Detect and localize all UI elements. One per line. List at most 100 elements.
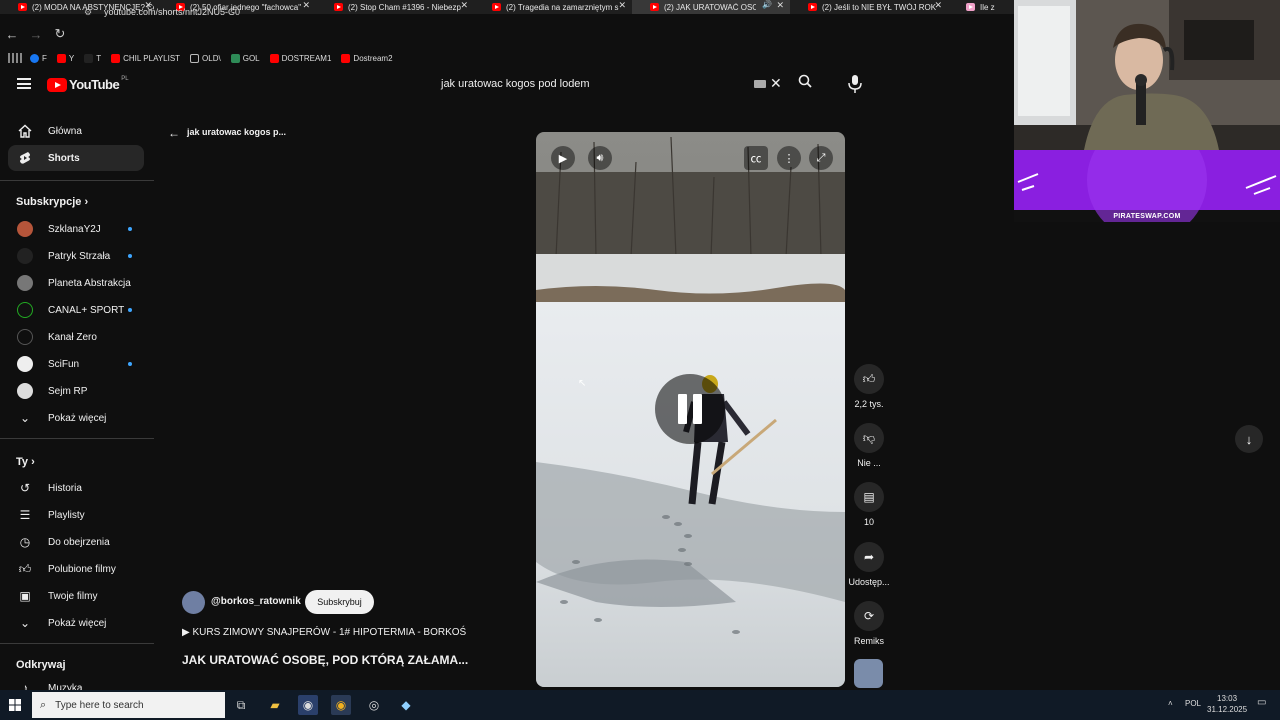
reload-icon[interactable]: ↻ (48, 26, 72, 42)
share-button[interactable]: ➦ Udostęp... (848, 542, 890, 587)
sidebar-item-home[interactable]: Główna (8, 118, 144, 144)
obs-icon[interactable]: ◎ (364, 695, 384, 715)
sidebar-item-watch-later[interactable]: ◷ Do obejrzenia (8, 529, 144, 555)
subscriptions-heading[interactable]: Subskrypcje › (16, 196, 88, 208)
avatar (17, 329, 33, 345)
bookmarks-bar: F Y T CHIL PLAYLIST OLD\ GOL DOSTREAM1 D… (0, 50, 1014, 66)
forward-nav-icon[interactable]: → (24, 27, 48, 42)
sidebar-item-your-videos[interactable]: ▣ Twoje filmy (8, 583, 144, 609)
you-heading[interactable]: Ty › (16, 456, 35, 468)
sidebar-item-playlists[interactable]: ☰ Playlisty (8, 502, 144, 528)
play-icon[interactable]: ▶ (551, 146, 575, 170)
remix-button[interactable]: ⟳ Remiks (848, 601, 890, 646)
bookmark[interactable]: Dostream2 (341, 53, 393, 63)
avatar[interactable] (182, 591, 205, 614)
new-content-dot (128, 254, 132, 258)
history-icon: ↺ (19, 481, 31, 495)
show-more-you[interactable]: ⌄ Pokaż więcej (8, 610, 144, 636)
close-tab-icon[interactable]: ✕ (302, 0, 310, 11)
subscription-item[interactable]: CANAL+ SPORT (8, 297, 144, 323)
captions-icon[interactable]: ㏄ (744, 146, 768, 170)
apps-grid-icon[interactable] (8, 53, 22, 63)
more-options-icon[interactable]: ⋮ (777, 146, 801, 170)
bookmark[interactable]: CHIL PLAYLIST (111, 53, 180, 63)
sidebar-item-shorts[interactable]: Shorts (8, 145, 144, 171)
bookmark[interactable]: T (84, 53, 101, 63)
search-query-text[interactable]: jak uratowac kogos pod lodem (441, 78, 590, 90)
facebook-icon (30, 53, 39, 63)
sponsor-banner: PIRATESWAP.COM (1014, 150, 1280, 222)
youtube-favicon-icon (650, 3, 659, 11)
chrome-icon[interactable]: ◉ (331, 695, 351, 715)
shorts-icon (17, 150, 33, 166)
site-settings-icon[interactable]: ⚙ (84, 7, 98, 18)
like-button[interactable]: 👍︎ 2,2 tys. (848, 364, 890, 409)
keyboard-icon[interactable] (754, 80, 766, 88)
microphone-icon (848, 75, 862, 93)
url-text[interactable]: youtube.com/shorts/nntJ2NU5-G0 (104, 7, 240, 17)
speaker-icon[interactable]: 🔊 (762, 0, 772, 9)
subscription-item[interactable]: SciFun (8, 351, 144, 377)
sidebar-item-history[interactable]: ↺ Historia (8, 475, 144, 501)
bookmark[interactable]: DOSTREAM1 (269, 53, 331, 63)
subscription-item[interactable]: SzklanaY2J (8, 216, 144, 242)
close-tab-icon[interactable]: ✕ (934, 0, 942, 11)
youtube-icon (56, 53, 66, 63)
back-search-title[interactable]: jak uratowac kogos p... (187, 127, 286, 137)
browser-tab-active[interactable]: (2) JAK URATOWAĆ OSOBĘ🔊✕ (632, 0, 790, 14)
app-icon[interactable]: ◆ (396, 695, 416, 715)
clear-search-icon[interactable]: ✕ (770, 75, 782, 92)
browser-tab[interactable]: (2) Jeśli to NIE BYŁ TWÓJ ROK ✕ (790, 0, 948, 14)
comments-button[interactable]: ▤ 10 (848, 482, 890, 527)
browser-tab[interactable]: (2) Tragedia na zamarzniętym s ✕ (474, 0, 632, 14)
page-favicon-icon (966, 3, 975, 11)
new-content-dot (128, 308, 132, 312)
close-tab-icon[interactable]: ✕ (460, 0, 468, 11)
close-tab-icon[interactable]: ✕ (776, 0, 784, 11)
close-tab-icon[interactable]: ✕ (618, 0, 626, 11)
sidebar-divider (0, 438, 154, 439)
voice-search-button[interactable] (846, 74, 864, 94)
bookmark[interactable]: F (30, 53, 47, 63)
next-short-button[interactable]: ↓ (1235, 425, 1263, 453)
channel-handle[interactable]: @borkos_ratownik (211, 596, 301, 607)
search-input[interactable]: jak uratowac kogos pod lodem ✕ (432, 72, 792, 96)
channel-avatar[interactable] (854, 659, 883, 688)
linked-video[interactable]: ▶ KURS ZIMOWY SNAJPERÓW - 1# HIPOTERMIA … (182, 627, 466, 638)
subscription-item[interactable]: Patryk Strzała (8, 243, 144, 269)
show-more-subscriptions[interactable]: ⌄ Pokaż więcej (8, 405, 144, 431)
address-bar[interactable]: ⚙ youtube.com/shorts/nntJ2NU5-G0 (84, 4, 240, 20)
browser-tab[interactable]: Ile z (948, 0, 1008, 14)
like-icon: 👍︎ (18, 561, 32, 576)
youtube-favicon-icon (808, 3, 817, 11)
back-arrow-icon[interactable]: ← (168, 126, 180, 140)
back-nav-icon[interactable]: ← (0, 27, 24, 42)
fullscreen-icon[interactable]: ⤢ (809, 146, 833, 170)
chrome-profile-icon[interactable]: ◉ (298, 695, 318, 715)
pause-overlay-icon[interactable] (655, 374, 725, 444)
windows-start-icon[interactable] (9, 699, 21, 711)
dislike-button[interactable]: 👎︎ Nie ... (848, 423, 890, 468)
taskbar-search-input[interactable]: ⌕ Type here to search (32, 692, 225, 718)
browser-tab[interactable]: (2) Stop Cham #1396 - Niebezp ✕ (316, 0, 474, 14)
youtube-logo[interactable]: YouTube PL (47, 76, 129, 92)
subscription-item[interactable]: Kanał Zero (8, 324, 144, 350)
task-view-icon[interactable]: ⧉ (231, 695, 251, 715)
volume-icon[interactable]: 🔊︎ (588, 146, 612, 170)
language-indicator[interactable]: POL (1185, 699, 1201, 708)
subscribe-button[interactable]: Subskrybuj (305, 590, 374, 614)
avatar (17, 275, 33, 291)
subscription-item[interactable]: Planeta Abstrakcja (8, 270, 144, 296)
tray-chevron-up-icon[interactable]: ˄ (1168, 699, 1173, 708)
file-explorer-icon[interactable]: ▰ (265, 695, 285, 715)
notification-icon[interactable]: ▭ (1257, 697, 1266, 708)
subscription-item[interactable]: Sejm RP (8, 378, 144, 404)
folder-icon (190, 53, 200, 63)
bookmark[interactable]: GOL (230, 53, 260, 63)
search-button[interactable] (798, 74, 812, 91)
bookmark[interactable]: Y (56, 53, 74, 63)
menu-hamburger-icon[interactable] (17, 78, 31, 89)
taskbar-clock[interactable]: 13:03 31.12.2025 (1207, 693, 1247, 715)
bookmark-folder[interactable]: OLD\ (190, 53, 221, 63)
sidebar-item-liked[interactable]: 👍︎ Polubione filmy (8, 556, 144, 582)
